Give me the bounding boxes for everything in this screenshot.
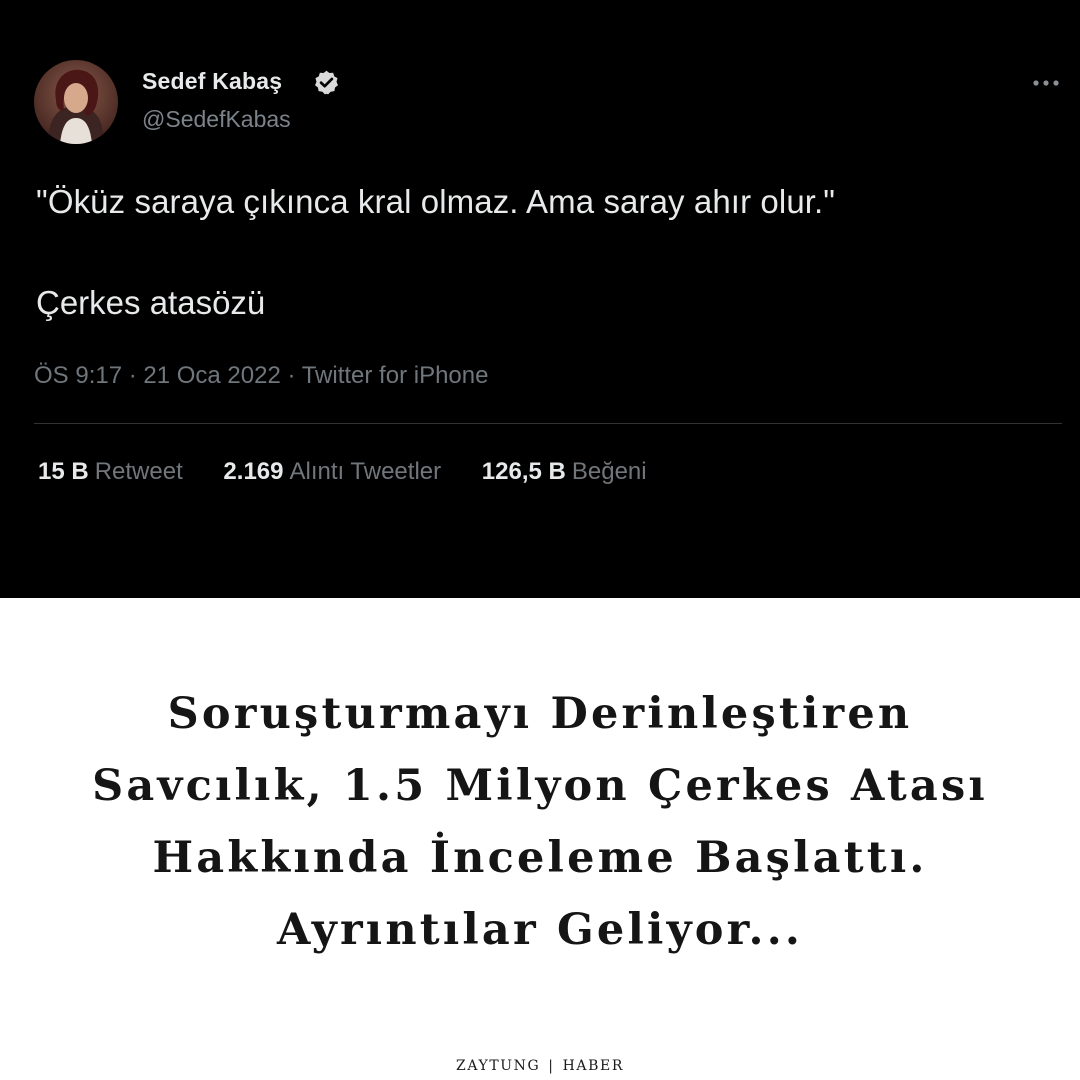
brand-separator: | bbox=[548, 1058, 555, 1074]
display-name[interactable]: Sedef Kabaş bbox=[142, 68, 282, 95]
stat-label: Retweet bbox=[94, 458, 183, 485]
headline-line: Soruşturmayı Derinleştiren bbox=[167, 689, 913, 739]
quote-tweet-count[interactable]: 2.169 Alıntı Tweetler bbox=[223, 458, 441, 486]
headline-line: Ayrıntılar Geliyor... bbox=[276, 905, 804, 955]
brand-name: ZAYTUNG bbox=[456, 1058, 541, 1074]
headline-line: Hakkında İnceleme Başlattı. bbox=[152, 833, 928, 883]
avatar[interactable] bbox=[34, 60, 118, 144]
headline: Soruşturmayı Derinleştiren Savcılık, 1.5… bbox=[40, 678, 1040, 966]
post-canvas: Sedef Kabaş @SedefKabas "Öküz saraya çık… bbox=[0, 0, 1080, 1080]
headline-line: Savcılık, 1.5 Milyon Çerkes Atası bbox=[92, 761, 988, 811]
divider bbox=[34, 423, 1062, 424]
stat-label: Alıntı Tweetler bbox=[289, 458, 442, 485]
retweet-count[interactable]: 15 B Retweet bbox=[38, 458, 183, 486]
more-options-icon[interactable] bbox=[1030, 74, 1064, 92]
tweet-text-attribution: Çerkes atasözü bbox=[36, 284, 266, 321]
stat-value: 15 B bbox=[38, 458, 89, 485]
footer-brand: ZAYTUNG | HABER bbox=[0, 1058, 1080, 1074]
stat-value: 2.169 bbox=[223, 458, 284, 485]
like-count[interactable]: 126,5 B Beğeni bbox=[482, 458, 647, 486]
tweet-timestamp[interactable]: ÖS 9:17 · 21 Oca 2022 · Twitter for iPho… bbox=[34, 362, 488, 390]
stat-label: Beğeni bbox=[571, 458, 647, 485]
user-handle[interactable]: @SedefKabas bbox=[142, 106, 291, 133]
tweet-text: "Öküz saraya çıkınca kral olmaz. Ama sar… bbox=[36, 183, 836, 220]
tweet-card: Sedef Kabaş @SedefKabas "Öküz saraya çık… bbox=[0, 0, 1080, 598]
stat-value: 126,5 B bbox=[481, 458, 566, 485]
brand-section: HABER bbox=[562, 1058, 624, 1074]
tweet-stats: 15 B Retweet 2.169 Alıntı Tweetler 126,5 B… bbox=[38, 458, 647, 486]
verified-badge-icon bbox=[313, 69, 340, 96]
